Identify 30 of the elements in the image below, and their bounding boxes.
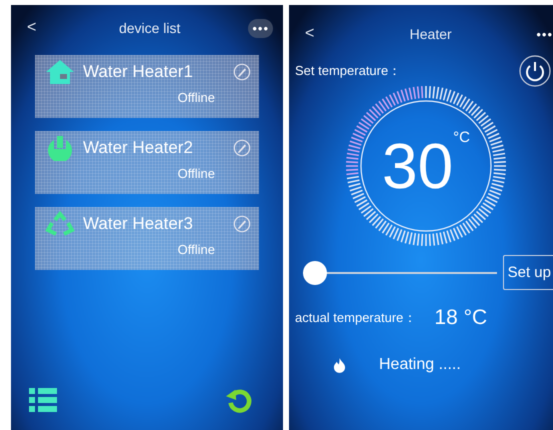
- set-up-button[interactable]: Set up: [502, 255, 553, 290]
- actual-temperature-label: actual temperature：: [295, 309, 416, 327]
- back-button[interactable]: <: [305, 25, 329, 43]
- house-icon: [45, 59, 75, 85]
- back-button[interactable]: <: [27, 19, 51, 37]
- set-temperature-value: 30: [382, 134, 454, 198]
- recycle-icon: [45, 211, 75, 237]
- edit-icon[interactable]: [233, 63, 251, 81]
- screen-title: Heater: [408, 26, 453, 42]
- power-icon: [45, 135, 75, 161]
- device-status: Offline: [178, 242, 215, 257]
- slider-thumb[interactable]: [303, 260, 327, 284]
- device-status: Offline: [178, 90, 215, 105]
- unit-label: °C: [453, 129, 470, 146]
- device-name: Water Heater3: [83, 214, 194, 234]
- actual-temperature-value: 18 °C: [434, 306, 488, 330]
- more-button[interactable]: •••: [248, 18, 273, 38]
- more-button[interactable]: •••: [532, 24, 553, 44]
- list-icon[interactable]: [29, 387, 57, 413]
- edit-icon[interactable]: [233, 139, 251, 157]
- flame-icon: [333, 358, 346, 372]
- refresh-icon[interactable]: [225, 387, 253, 413]
- set-temperature-label: Set temperature：: [295, 62, 402, 80]
- power-icon[interactable]: [519, 55, 551, 87]
- screen-title: device list: [118, 20, 182, 36]
- edit-icon[interactable]: [233, 215, 251, 233]
- device-name: Water Heater2: [83, 138, 194, 158]
- device-name: Water Heater1: [83, 62, 194, 82]
- heating-status: Heating .....: [379, 356, 461, 374]
- device-status: Offline: [178, 166, 215, 181]
